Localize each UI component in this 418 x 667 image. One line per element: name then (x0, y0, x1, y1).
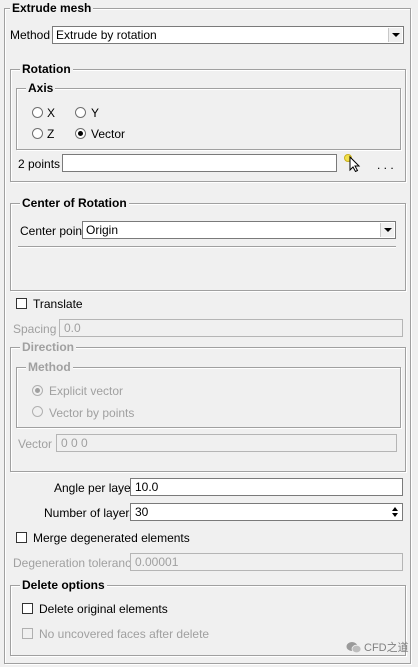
axis-y-radio[interactable] (75, 107, 86, 118)
center-rotation-title: Center of Rotation (20, 196, 129, 210)
axis-title: Axis (26, 81, 56, 95)
angle-per-layer-value: 10.0 (135, 480, 159, 494)
center-divider (18, 246, 396, 248)
no-uncovered-faces-checkbox[interactable] (22, 628, 33, 639)
method-label: Method (10, 28, 51, 42)
method-value: Extrude by rotation (56, 28, 157, 42)
degeneration-tolerance-input[interactable]: 0.00001 (130, 553, 403, 571)
axis-vector-label[interactable]: Vector (91, 127, 125, 141)
direction-method-title: Method (26, 360, 73, 374)
two-points-label: 2 points (18, 157, 61, 171)
number-of-layers-value: 30 (135, 505, 149, 519)
watermark-text: CFD之道 (364, 642, 409, 654)
spin-up-icon[interactable] (392, 507, 398, 511)
translate-label[interactable]: Translate (33, 297, 83, 311)
delete-original-label[interactable]: Delete original elements (39, 602, 168, 616)
axis-z-label[interactable]: Z (47, 127, 54, 141)
extrude-mesh-title: Extrude mesh (10, 1, 94, 15)
number-of-layers-label: Number of layers (44, 506, 136, 520)
explicit-vector-radio[interactable] (32, 385, 43, 396)
explicit-vector-label[interactable]: Explicit vector (49, 384, 123, 398)
center-point-select[interactable]: Origin (82, 221, 396, 239)
number-of-layers-input[interactable]: 30 (130, 503, 403, 521)
chevron-down-icon[interactable] (380, 223, 394, 237)
number-of-layers-spinner[interactable] (390, 505, 401, 519)
no-uncovered-faces-label[interactable]: No uncovered faces after delete (39, 627, 209, 641)
axis-group (16, 88, 401, 150)
axis-x-label[interactable]: X (47, 106, 55, 120)
method-select[interactable]: Extrude by rotation (52, 26, 404, 44)
degeneration-tolerance-label: Degeneration tolerance (13, 556, 138, 570)
spacing-value: 0.0 (64, 321, 81, 335)
spacing-label: Spacing (13, 322, 57, 336)
vector-input[interactable]: 0 0 0 (56, 434, 397, 452)
axis-z-radio[interactable] (32, 128, 43, 139)
rotation-title: Rotation (20, 62, 73, 76)
center-point-label: Center point (20, 224, 86, 238)
angle-per-layer-label: Angle per layer (54, 481, 135, 495)
axis-y-label[interactable]: Y (91, 106, 99, 120)
translate-checkbox[interactable] (16, 298, 27, 309)
spacing-input[interactable]: 0.0 (59, 319, 403, 337)
wechat-logo-icon (346, 641, 362, 654)
axis-vector-radio[interactable] (75, 128, 86, 139)
direction-title: Direction (20, 340, 77, 354)
delete-original-checkbox[interactable] (22, 603, 33, 614)
center-point-value: Origin (86, 223, 119, 237)
cursor-pick-icon[interactable] (343, 152, 363, 173)
delete-options-title: Delete options (20, 578, 107, 592)
vector-value: 0 0 0 (61, 436, 88, 450)
vector-by-points-radio[interactable] (32, 406, 43, 417)
merge-degenerated-label[interactable]: Merge degenerated elements (33, 531, 190, 545)
spin-down-icon[interactable] (392, 513, 398, 517)
axis-x-radio[interactable] (32, 107, 43, 118)
degeneration-tolerance-value: 0.00001 (135, 555, 179, 569)
more-button[interactable]: . . . (377, 158, 394, 172)
two-points-input[interactable] (62, 154, 337, 172)
vector-label: Vector (18, 437, 53, 451)
angle-per-layer-input[interactable]: 10.0 (130, 478, 403, 496)
vector-by-points-label[interactable]: Vector by points (49, 406, 134, 420)
chevron-down-icon[interactable] (388, 28, 402, 42)
merge-degenerated-checkbox[interactable] (16, 532, 27, 543)
